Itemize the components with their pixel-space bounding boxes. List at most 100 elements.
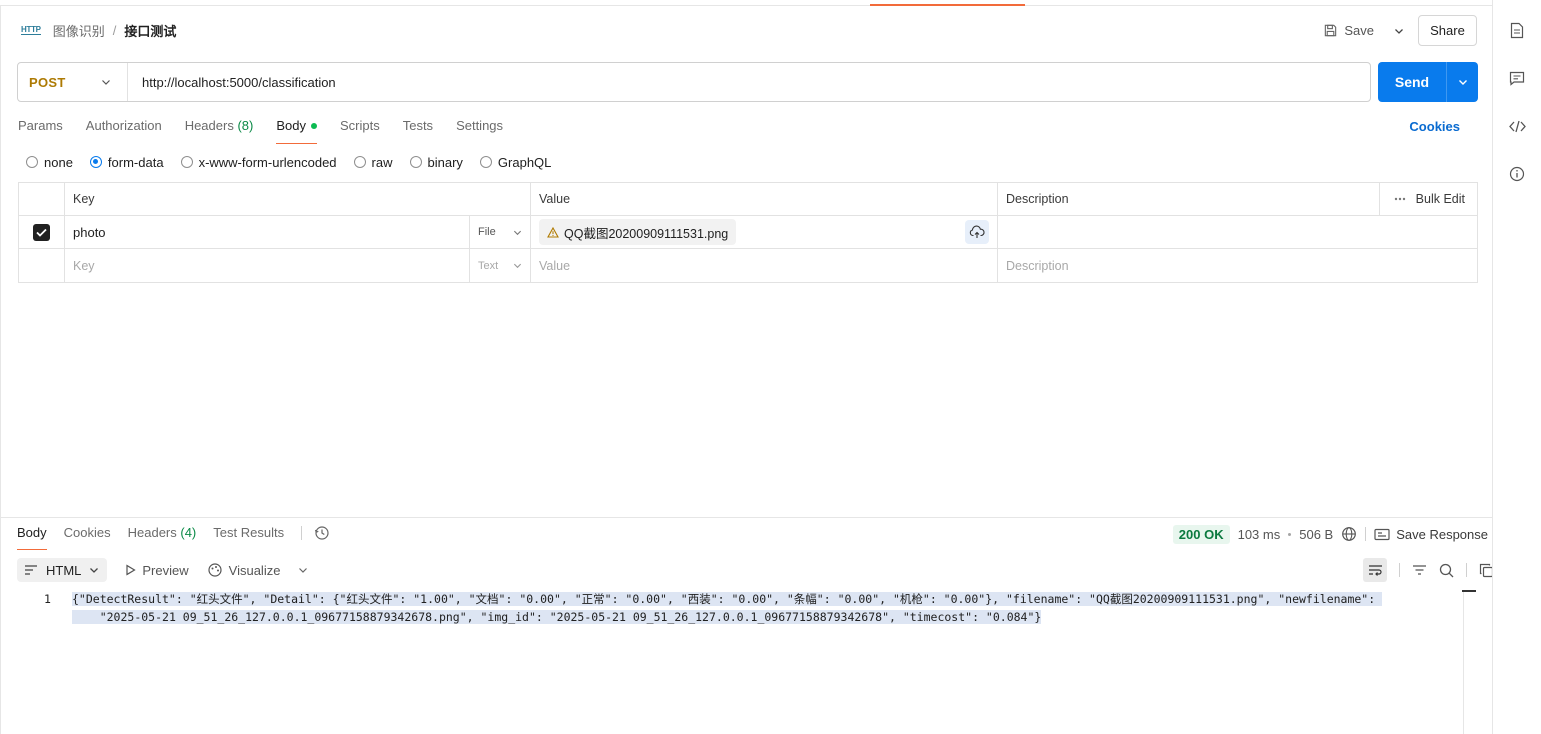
bulk-edit-button[interactable]: Bulk Edit <box>1380 183 1477 215</box>
radio-circle <box>479 156 492 168</box>
comment-icon <box>1509 71 1525 86</box>
column-header-value: Value <box>531 183 998 215</box>
request-name[interactable]: 接口测试 <box>124 21 176 40</box>
upload-file-button[interactable] <box>965 220 989 244</box>
type-select[interactable]: File <box>470 216 531 248</box>
documentation-button[interactable] <box>1508 21 1526 39</box>
editor-scrollbar[interactable] <box>1462 590 1476 734</box>
status-badge[interactable]: 200 OK <box>1172 524 1230 544</box>
tab-body[interactable]: Body <box>276 116 317 146</box>
save-options-button[interactable] <box>1388 16 1410 46</box>
response-size[interactable]: 506 B <box>1299 527 1333 542</box>
send-button-group: Send <box>1378 62 1478 102</box>
history-icon[interactable] <box>314 525 330 541</box>
key-input-placeholder[interactable]: Key <box>65 249 470 282</box>
breadcrumb-collection[interactable]: 图像识别 <box>53 21 105 40</box>
response-tab-headers[interactable]: Headers (4) <box>128 524 197 550</box>
tab-label: Tests <box>402 118 434 133</box>
tab-authorization[interactable]: Authorization <box>86 116 162 146</box>
save-response-icon <box>1374 528 1390 540</box>
response-meta: 200 OK 103 ms 506 B Save Response <box>1172 523 1516 545</box>
bulk-edit-label: Bulk Edit <box>1415 192 1465 206</box>
play-icon <box>126 564 137 576</box>
info-icon <box>1509 166 1525 182</box>
preview-button[interactable]: Preview <box>125 563 189 578</box>
format-select[interactable]: HTML <box>17 558 108 582</box>
method-select[interactable]: POST <box>18 63 128 101</box>
info-button[interactable] <box>1508 165 1526 183</box>
tab-label: Body <box>276 118 306 133</box>
response-tab-body[interactable]: Body <box>17 524 47 550</box>
response-tab-cookies[interactable]: Cookies <box>64 524 111 550</box>
divider <box>1399 563 1400 577</box>
comments-button[interactable] <box>1508 69 1526 87</box>
chevron-down-icon <box>102 80 110 85</box>
response-body-text[interactable]: {"DetectResult": "红头文件", "Detail": {"红头文… <box>72 590 1457 626</box>
radio-circle <box>89 156 102 168</box>
more-dots-icon <box>1394 197 1405 201</box>
headers-count: (8) <box>237 118 254 133</box>
radio-label: none <box>44 154 73 170</box>
save-response-button[interactable]: Save Response <box>1374 527 1488 542</box>
response-body-viewer[interactable]: 1 {"DetectResult": "红头文件", "Detail": {"红… <box>0 590 1462 734</box>
tab-settings[interactable]: Settings <box>456 116 503 146</box>
value-cell: QQ截图20200909111531.png <box>531 216 998 248</box>
tab-label: Headers <box>184 118 234 133</box>
row-checkbox-cell <box>19 249 65 282</box>
search-icon[interactable] <box>1439 563 1454 578</box>
url-input[interactable]: http://localhost:5000/classification <box>128 75 336 90</box>
radio-circle <box>409 156 422 168</box>
divider <box>1365 527 1367 541</box>
divider <box>301 526 303 540</box>
chevron-down-icon <box>1458 80 1467 85</box>
response-tab-test-results[interactable]: Test Results <box>213 524 284 550</box>
cloud-upload-icon <box>969 225 985 238</box>
radio-form-data[interactable]: form-data <box>89 155 164 170</box>
globe-icon[interactable] <box>1341 526 1357 542</box>
radio-binary[interactable]: binary <box>409 154 463 170</box>
save-response-label: Save Response <box>1396 526 1488 542</box>
send-options-button[interactable] <box>1447 77 1478 87</box>
type-select[interactable]: Text <box>470 249 531 282</box>
column-header-key: Key <box>65 183 531 215</box>
save-button[interactable]: Save <box>1317 19 1380 42</box>
radio-label: raw <box>371 154 393 170</box>
radio-graphql[interactable]: GraphQL <box>479 155 551 170</box>
code-line: {"DetectResult": "红头文件", "Detail": {"红头文… <box>72 592 1383 606</box>
file-chip[interactable]: QQ截图20200909111531.png <box>539 219 737 245</box>
radio-label: binary <box>427 154 463 170</box>
radio-circle <box>26 156 38 168</box>
tab-scripts[interactable]: Scripts <box>340 116 380 146</box>
share-button[interactable]: Share <box>1418 15 1477 46</box>
tab-params[interactable]: Params <box>18 116 63 146</box>
response-toolbar: HTML Preview Visualize <box>17 558 308 582</box>
radio-raw[interactable]: raw <box>353 154 393 170</box>
file-name: QQ截图20200909111531.png <box>564 226 729 241</box>
headers-count: (4) <box>180 525 197 540</box>
response-divider[interactable] <box>0 517 1492 518</box>
tab-headers[interactable]: Headers (8) <box>185 116 254 146</box>
radio-none[interactable]: none <box>26 155 73 170</box>
header-checkbox-cell <box>19 183 65 215</box>
wrap-lines-button[interactable] <box>1363 558 1387 582</box>
radio-urlencoded[interactable]: x-www-form-urlencoded <box>180 154 337 170</box>
visualize-icon <box>208 563 222 577</box>
chevron-down-icon <box>513 230 522 235</box>
description-input-placeholder[interactable]: Description <box>998 249 1477 282</box>
tab-tests[interactable]: Tests <box>403 116 433 146</box>
code-snippet-button[interactable] <box>1508 117 1526 135</box>
description-input[interactable] <box>998 216 1477 248</box>
value-input-placeholder[interactable]: Value <box>531 249 998 282</box>
response-time[interactable]: 103 ms <box>1238 527 1281 542</box>
visualize-button[interactable]: Visualize <box>207 562 309 578</box>
filter-icon[interactable] <box>1412 564 1427 576</box>
cookies-link[interactable]: Cookies <box>1409 119 1460 134</box>
response-tabs: Body Cookies Headers (4) Test Results <box>17 524 330 550</box>
key-input[interactable]: photo <box>65 216 470 248</box>
radio-label: x-www-form-urlencoded <box>198 154 337 170</box>
format-label: HTML <box>46 562 82 578</box>
visualize-label: Visualize <box>228 562 281 578</box>
row-enabled-checkbox[interactable] <box>33 223 50 241</box>
column-header-description: Description <box>998 183 1380 215</box>
send-button[interactable]: Send <box>1378 74 1446 90</box>
